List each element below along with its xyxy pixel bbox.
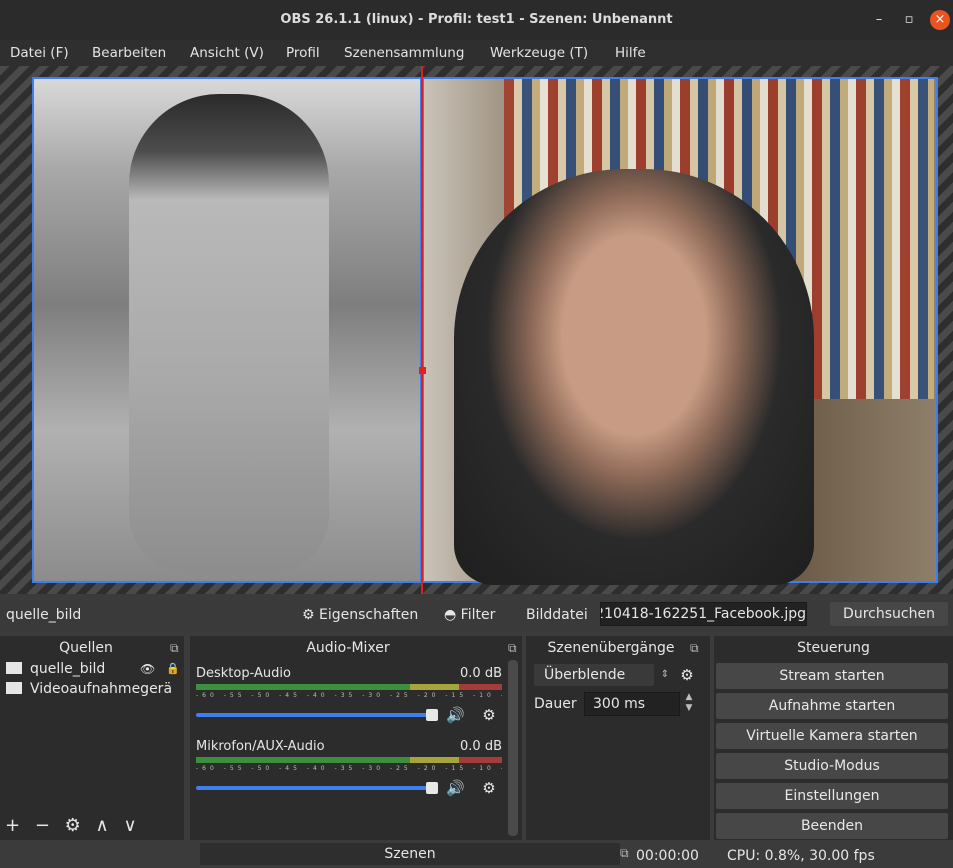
maximize-button[interactable]: ▫ (898, 10, 920, 30)
source-label: Videoaufnahmegerä (30, 681, 173, 697)
filter-icon: ◓ (444, 607, 457, 623)
mixer-scrollbar[interactable] (508, 660, 518, 836)
virtual-camera-button[interactable]: Virtuelle Kamera starten (716, 723, 948, 749)
channel-db-mic: 0.0 dB (460, 739, 502, 754)
duration-spinner[interactable]: ▲ ▼ (682, 692, 696, 716)
volume-slider-desktop[interactable] (196, 713, 436, 717)
transitions-float-icon[interactable]: ⧉ (690, 641, 699, 656)
menu-szenensammlung[interactable]: Szenensammlung (344, 44, 464, 62)
file-path-value: 20210418-162251_Facebook.jpg (600, 606, 806, 622)
chevron-up-icon[interactable]: ∧ (96, 815, 109, 836)
menu-hilfe[interactable]: Hilfe (615, 44, 646, 62)
mixer-title: Audio-Mixer (306, 640, 390, 656)
menu-datei[interactable]: Datei (F) (10, 44, 69, 62)
settings-button[interactable]: Einstellungen (716, 783, 948, 809)
filter-label: Filter (460, 607, 496, 623)
studio-mode-button[interactable]: Studio-Modus (716, 753, 948, 779)
level-meter-desktop (196, 684, 502, 690)
gear-icon: ⚙ (302, 607, 315, 623)
sources-controls: + − ⚙ ∧ ∨ (5, 815, 185, 839)
controls-title: Steuerung (797, 640, 870, 656)
meter-scale-mic: -60 -55 -50 -45 -40 -35 -30 -25 -20 -15 … (196, 765, 502, 772)
speaker-icon[interactable]: 🔊 (446, 706, 465, 724)
duration-input[interactable]: 300 ms (584, 692, 680, 716)
scenes-title: Szenen (200, 843, 620, 865)
level-meter-mic (196, 757, 502, 763)
duration-label: Dauer (534, 696, 577, 712)
properties-label: Eigenschaften (319, 607, 419, 623)
channel-db-desktop: 0.0 dB (460, 666, 502, 681)
source-video-capture[interactable] (422, 77, 938, 585)
window-title: OBS 26.1.1 (linux) - Profil: test1 - Sze… (280, 12, 673, 27)
record-start-button[interactable]: Aufnahme starten (716, 693, 948, 719)
speaker-icon[interactable]: 🔊 (446, 779, 465, 797)
add-icon[interactable]: + (5, 815, 20, 836)
mixer-float-icon[interactable]: ⧉ (508, 641, 517, 656)
close-button[interactable]: × (930, 10, 950, 30)
chevron-updown-icon[interactable]: ⇕ (656, 664, 674, 686)
filter-button[interactable]: ◓ Filter (444, 603, 495, 627)
source-image-bild[interactable] (32, 77, 422, 583)
stream-start-button[interactable]: Stream starten (716, 663, 948, 689)
menu-profil[interactable]: Profil (286, 44, 320, 62)
selection-edge (421, 66, 423, 594)
gear-icon[interactable]: ⚙ (480, 706, 498, 724)
volume-handle-desktop[interactable] (426, 709, 438, 721)
sources-float-icon[interactable]: ⧉ (170, 641, 179, 656)
volume-handle-mic[interactable] (426, 782, 438, 794)
camera-icon (6, 682, 22, 694)
image-content (129, 94, 329, 574)
menu-ansicht[interactable]: Ansicht (V) (190, 44, 264, 62)
webcam-image (454, 169, 814, 585)
lock-icon[interactable]: 🔒 (166, 660, 180, 678)
gear-icon[interactable]: ⚙ (480, 779, 498, 797)
menu-bearbeiten[interactable]: Bearbeiten (92, 44, 166, 62)
properties-button[interactable]: ⚙ Eigenschaften (302, 603, 418, 627)
file-label: Bilddatei (526, 607, 588, 623)
gear-icon[interactable]: ⚙ (65, 815, 81, 836)
transition-select[interactable]: Überblende (534, 664, 654, 686)
volume-slider-mic[interactable] (196, 786, 436, 790)
chevron-down-icon[interactable]: ∨ (123, 815, 136, 836)
list-item[interactable]: quelle_bild 👁 🔒 (6, 660, 184, 678)
file-path-input[interactable]: 20210418-162251_Facebook.jpg (600, 602, 807, 626)
scenes-float-icon[interactable]: ⧉ (620, 846, 629, 861)
transitions-title: Szenenübergänge (547, 640, 675, 656)
minimize-button[interactable]: – (868, 10, 890, 30)
selected-source-name: quelle_bild (6, 607, 82, 623)
eye-icon[interactable]: 👁 (140, 660, 155, 678)
remove-icon[interactable]: − (35, 815, 50, 836)
list-item[interactable]: Videoaufnahmegerä (6, 680, 184, 698)
resize-handle[interactable] (419, 367, 426, 374)
source-label: quelle_bild (30, 661, 106, 677)
recording-time: 00:00:00 (636, 848, 699, 864)
gear-icon[interactable]: ⚙ (678, 664, 696, 686)
meter-scale-desktop: -60 -55 -50 -45 -40 -35 -30 -25 -20 -15 … (196, 692, 502, 699)
sources-title: Quellen (59, 640, 113, 656)
exit-button[interactable]: Beenden (716, 813, 948, 839)
image-icon (6, 662, 22, 674)
browse-button[interactable]: Durchsuchen (830, 602, 948, 626)
menu-werkzeuge[interactable]: Werkzeuge (T) (490, 44, 588, 62)
cpu-status: CPU: 0.8%, 30.00 fps (727, 848, 875, 864)
